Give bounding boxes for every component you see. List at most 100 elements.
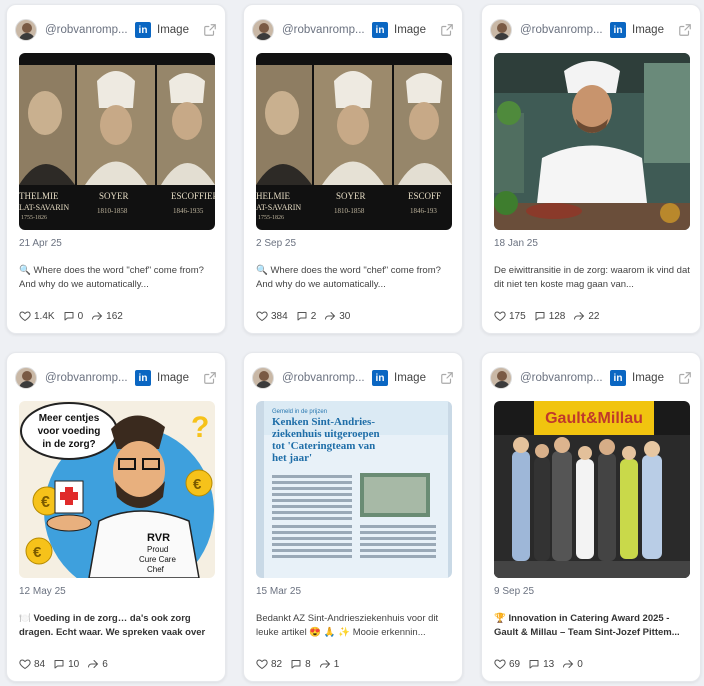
comments-count: 2 bbox=[310, 310, 317, 322]
external-link-icon[interactable] bbox=[203, 371, 217, 385]
comment-icon bbox=[529, 660, 539, 669]
external-link-icon[interactable] bbox=[440, 23, 454, 37]
share-icon bbox=[563, 660, 574, 668]
svg-text:SOYER: SOYER bbox=[336, 191, 366, 201]
post-card[interactable]: @robvanromp... in Image Gault&Millau 9 S… bbox=[481, 352, 701, 682]
share-icon bbox=[319, 660, 330, 668]
avatar[interactable] bbox=[490, 19, 512, 41]
heart-icon bbox=[19, 311, 31, 322]
svg-text:1810-1858: 1810-1858 bbox=[334, 207, 365, 215]
post-type-label: Image bbox=[157, 24, 189, 36]
likes-stat: 175 bbox=[494, 310, 526, 322]
svg-text:Gault&Millau: Gault&Millau bbox=[545, 410, 643, 427]
chef-kitchen-image bbox=[494, 53, 690, 230]
post-card-header: @robvanromp... in Image bbox=[252, 15, 454, 45]
shares-count: 162 bbox=[106, 310, 123, 322]
avatar[interactable] bbox=[490, 367, 512, 389]
avatar[interactable] bbox=[15, 367, 37, 389]
external-link-icon[interactable] bbox=[678, 371, 692, 385]
svg-text:€: € bbox=[193, 476, 202, 493]
shares-count: 30 bbox=[339, 310, 351, 322]
post-stats: 84 10 6 bbox=[19, 658, 116, 670]
external-link-icon[interactable] bbox=[203, 23, 217, 37]
post-stats: 1.4K 0 162 bbox=[19, 310, 131, 322]
shares-stat: 30 bbox=[324, 310, 350, 322]
comments-count: 8 bbox=[305, 658, 311, 670]
award-group-image: Gault&Millau bbox=[494, 401, 690, 578]
linkedin-icon: in bbox=[372, 370, 388, 386]
author-handle[interactable]: @robvanromp... bbox=[520, 372, 604, 384]
post-date: 12 May 25 bbox=[19, 586, 66, 597]
svg-text:1846-1935: 1846-1935 bbox=[173, 207, 204, 215]
svg-text:1755-1826: 1755-1826 bbox=[21, 215, 47, 221]
post-stats: 175 128 22 bbox=[494, 310, 608, 322]
post-card[interactable]: @robvanromp... in Image THELMIE LAT-SAVA… bbox=[6, 4, 226, 334]
likes-count: 69 bbox=[509, 658, 521, 670]
svg-text:ziekenhuis uitgeroepen: ziekenhuis uitgeroepen bbox=[272, 428, 380, 440]
author-handle[interactable]: @robvanromp... bbox=[520, 24, 604, 36]
likes-stat: 384 bbox=[256, 310, 288, 322]
comments-stat: 128 bbox=[534, 310, 565, 322]
svg-text:€: € bbox=[41, 494, 50, 511]
likes-stat: 69 bbox=[494, 658, 520, 670]
heart-icon bbox=[256, 311, 268, 322]
comments-count: 0 bbox=[77, 310, 84, 322]
svg-text:Meer centjes: Meer centjes bbox=[39, 413, 100, 424]
avatar[interactable] bbox=[252, 19, 274, 41]
svg-text:Chef: Chef bbox=[147, 565, 165, 574]
comment-icon bbox=[535, 312, 545, 321]
heart-icon bbox=[256, 659, 268, 670]
post-text[interactable]: 🏆 Innovation in Catering Award 2025 - Ga… bbox=[494, 612, 690, 640]
post-date: 15 Mar 25 bbox=[256, 586, 302, 597]
comment-icon bbox=[297, 312, 307, 321]
svg-text:1755-1826: 1755-1826 bbox=[258, 215, 284, 221]
linkedin-icon: in bbox=[135, 22, 151, 38]
post-text[interactable]: 🔍 Where does the word "chef" come from? … bbox=[19, 264, 215, 292]
post-type-label: Image bbox=[394, 24, 426, 36]
share-icon bbox=[325, 312, 336, 320]
shares-count: 0 bbox=[577, 658, 583, 670]
comment-icon bbox=[64, 312, 74, 321]
cartoon-chef-image: Meer centjes voor voeding in de zorg? ? … bbox=[19, 401, 215, 578]
post-image[interactable]: Meer centjes voor voeding in de zorg? ? … bbox=[19, 401, 215, 578]
external-link-icon[interactable] bbox=[678, 23, 692, 37]
post-image[interactable] bbox=[494, 53, 690, 230]
post-card[interactable]: @robvanromp... in Image Gemeld in de pri… bbox=[243, 352, 463, 682]
svg-text:SOYER: SOYER bbox=[99, 191, 129, 201]
historic-chefs-image: HELMIE AT-SAVARIN 1755-1826 SOYER 1810-1… bbox=[256, 53, 452, 230]
post-text[interactable]: Bedankt AZ Sint-Andriesziekenhuis voor d… bbox=[256, 612, 452, 640]
post-card-header: @robvanromp... in Image bbox=[490, 363, 692, 393]
svg-text:€: € bbox=[33, 544, 42, 561]
author-handle[interactable]: @robvanromp... bbox=[45, 372, 129, 384]
svg-text:in de zorg?: in de zorg? bbox=[42, 439, 95, 450]
svg-text:AT-SAVARIN: AT-SAVARIN bbox=[256, 203, 301, 212]
avatar[interactable] bbox=[252, 367, 274, 389]
svg-text:Kenken Sint-Andries-: Kenken Sint-Andries- bbox=[272, 416, 375, 428]
author-handle[interactable]: @robvanromp... bbox=[282, 24, 366, 36]
comments-stat: 10 bbox=[53, 658, 79, 670]
author-handle[interactable]: @robvanromp... bbox=[45, 24, 129, 36]
linkedin-icon: in bbox=[610, 22, 626, 38]
avatar[interactable] bbox=[15, 19, 37, 41]
post-image[interactable]: Gault&Millau bbox=[494, 401, 690, 578]
post-image[interactable]: Gemeld in de prijzen Kenken Sint-Andries… bbox=[256, 401, 452, 578]
post-type-label: Image bbox=[632, 372, 664, 384]
post-card[interactable]: @robvanromp... in Image 18 Jan 25 De eiw… bbox=[481, 4, 701, 334]
post-card[interactable]: @robvanromp... in Image Meer centjes voo… bbox=[6, 352, 226, 682]
post-text[interactable]: De eiwittransitie in de zorg: waarom ik … bbox=[494, 264, 690, 292]
likes-stat: 1.4K bbox=[19, 310, 55, 322]
post-image[interactable]: THELMIE LAT-SAVARIN 1755-1826 SOYER 1810… bbox=[19, 53, 215, 230]
shares-count: 6 bbox=[102, 658, 108, 670]
heart-icon bbox=[494, 311, 506, 322]
likes-stat: 82 bbox=[256, 658, 282, 670]
post-text[interactable]: 🍽️ Voeding in de zorg… da's ook zorg dra… bbox=[19, 612, 215, 640]
post-card-header: @robvanromp... in Image bbox=[252, 363, 454, 393]
post-type-label: Image bbox=[632, 24, 664, 36]
post-card[interactable]: @robvanromp... in Image HELMIE AT-SAVARI… bbox=[243, 4, 463, 334]
post-image[interactable]: HELMIE AT-SAVARIN 1755-1826 SOYER 1810-1… bbox=[256, 53, 452, 230]
shares-stat: 6 bbox=[87, 658, 108, 670]
post-text[interactable]: 🔍 Where does the word "chef" come from? … bbox=[256, 264, 452, 292]
author-handle[interactable]: @robvanromp... bbox=[282, 372, 366, 384]
post-type-label: Image bbox=[157, 372, 189, 384]
external-link-icon[interactable] bbox=[440, 371, 454, 385]
